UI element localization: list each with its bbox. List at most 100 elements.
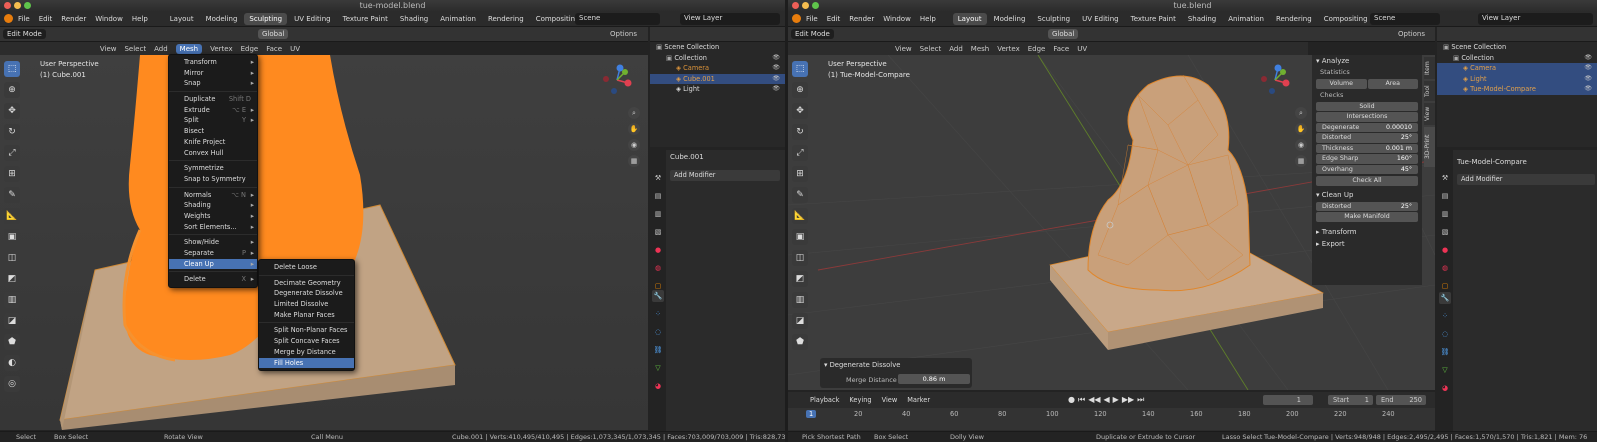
mode-selector[interactable]: Edit Mode bbox=[3, 29, 46, 39]
tool-tab-icon[interactable]: ⚒ bbox=[1439, 172, 1451, 184]
cleanup-menu-delete-loose[interactable]: Delete Loose bbox=[259, 262, 354, 273]
header-menu-face[interactable]: Face bbox=[1053, 45, 1069, 53]
cleanup-menu-fill-holes[interactable]: Fill Holes bbox=[259, 357, 354, 369]
header-menu-edge[interactable]: Edge bbox=[241, 45, 259, 53]
ortho-grid-icon[interactable]: ▦ bbox=[628, 155, 640, 167]
camera-view-icon[interactable]: ◉ bbox=[1295, 139, 1307, 151]
play-icon[interactable]: ▶ bbox=[1113, 395, 1119, 405]
sidebar-tab-3d-print[interactable]: 3D-Print bbox=[1424, 127, 1435, 167]
menu-edit[interactable]: Edit bbox=[827, 15, 841, 23]
navigation-gizmo-icon[interactable] bbox=[600, 63, 634, 97]
menu-edit[interactable]: Edit bbox=[39, 15, 53, 23]
mesh-menu-convex-hull[interactable]: Convex Hull bbox=[169, 148, 257, 159]
pan-hand-icon[interactable]: ✋ bbox=[1295, 123, 1307, 135]
make-manifold-button[interactable]: Make Manifold bbox=[1316, 212, 1418, 222]
header-menu-select[interactable]: Select bbox=[920, 45, 942, 53]
outliner-row-scene-collection[interactable]: ▣ Scene Collection bbox=[650, 42, 785, 53]
world-tab-icon[interactable]: ◍ bbox=[1439, 262, 1451, 274]
tab-texture-paint[interactable]: Texture Paint bbox=[1126, 13, 1181, 25]
blender-logo-icon[interactable] bbox=[4, 14, 13, 23]
select-box-icon[interactable]: ⬚ bbox=[792, 61, 808, 77]
outliner-row-cube-001[interactable]: ◈ Cube.001 👁 bbox=[650, 73, 785, 85]
outliner-row-tue-model-compare[interactable]: ◈ Tue-Model-Compare 👁 bbox=[1437, 84, 1597, 95]
analyze-section-header[interactable]: ▾ Analyze bbox=[1312, 55, 1422, 67]
mode-selector[interactable]: Edit Mode bbox=[791, 29, 834, 39]
mesh-menu-clean-up[interactable]: Clean Up ▸ bbox=[169, 258, 257, 270]
outliner-row-scene-collection[interactable]: ▣ Scene Collection bbox=[1437, 42, 1597, 53]
cleanup-menu-limited-dissolve[interactable]: Limited Dissolve bbox=[259, 299, 354, 310]
tool-tab-icon[interactable]: ⚒ bbox=[652, 172, 664, 184]
data-tab-icon[interactable]: ▽ bbox=[1439, 364, 1451, 376]
mesh-menu-transform[interactable]: Transform ▸ bbox=[169, 57, 257, 68]
scene-tab-icon[interactable]: ● bbox=[1439, 244, 1451, 256]
knife-icon[interactable]: ◪ bbox=[792, 313, 808, 329]
start-frame-field[interactable]: Start 1 bbox=[1328, 395, 1373, 405]
transform-icon[interactable]: ⊞ bbox=[4, 166, 20, 182]
tab-layout[interactable]: Layout bbox=[165, 13, 199, 25]
minimize-window-button[interactable] bbox=[802, 2, 809, 9]
jump-end-icon[interactable]: ⏭ bbox=[1137, 395, 1144, 405]
object-tab-icon[interactable]: ▢ bbox=[1439, 280, 1451, 292]
tab-compositing[interactable]: Compositing bbox=[1319, 13, 1373, 25]
mesh-menu-extrude[interactable]: Extrude ⌥ E ▸ bbox=[169, 105, 257, 116]
menu-file[interactable]: File bbox=[806, 15, 818, 23]
tab-uv-editing[interactable]: UV Editing bbox=[1077, 13, 1124, 25]
timeline-ruler[interactable]: 1 20 40 60 80 100 120 140 160 180 200 220 240 bbox=[788, 408, 1435, 430]
physics-tab-icon[interactable]: ◌ bbox=[1439, 328, 1451, 340]
zoom-window-button[interactable] bbox=[812, 2, 819, 9]
header-menu-add[interactable]: Add bbox=[154, 45, 168, 53]
header-menu-add[interactable]: Add bbox=[949, 45, 963, 53]
outliner-row-collection[interactable]: ▣ Collection 👁 bbox=[650, 53, 785, 64]
check-all-button[interactable]: Check All bbox=[1316, 176, 1418, 186]
3d-viewport[interactable]: ⬚ ⊕ ✥ ↻ ⤢ ⊞ ✎ 📐 ▣ ◫ ◩ ▥ ◪ ⬟ User Perspec… bbox=[788, 55, 1435, 390]
particles-tab-icon[interactable]: ⁘ bbox=[652, 308, 664, 320]
close-window-button[interactable] bbox=[4, 2, 11, 9]
header-menu-view[interactable]: View bbox=[895, 45, 912, 53]
sidebar-tab-item[interactable]: Item bbox=[1424, 57, 1435, 79]
poly-build-icon[interactable]: ⬟ bbox=[792, 334, 808, 350]
close-window-button[interactable] bbox=[792, 2, 799, 9]
header-menu-edge[interactable]: Edge bbox=[1028, 45, 1046, 53]
mesh-menu-knife-project[interactable]: Knife Project bbox=[169, 137, 257, 148]
loop-cut-icon[interactable]: ▥ bbox=[792, 292, 808, 308]
material-tab-icon[interactable]: ◕ bbox=[652, 380, 664, 392]
cleanup-menu-decimate-geometry[interactable]: Decimate Geometry bbox=[259, 278, 354, 289]
visibility-eye-icon[interactable]: 👁 bbox=[772, 84, 780, 95]
measure-icon[interactable]: 📐 bbox=[792, 208, 808, 224]
measure-icon[interactable]: 📐 bbox=[4, 208, 20, 224]
tab-rendering[interactable]: Rendering bbox=[1271, 13, 1317, 25]
add-modifier-dropdown[interactable]: Add Modifier bbox=[1457, 174, 1595, 185]
move-icon[interactable]: ✥ bbox=[792, 103, 808, 119]
header-menu-mesh[interactable]: Mesh bbox=[971, 45, 989, 53]
current-frame-field[interactable]: 1 bbox=[1263, 395, 1313, 405]
mesh-menu-weights[interactable]: Weights ▸ bbox=[169, 211, 257, 222]
operator-title[interactable]: ▾ Degenerate Dissolve bbox=[824, 361, 900, 369]
mesh-menu-split[interactable]: Split Y ▸ bbox=[169, 115, 257, 126]
world-tab-icon[interactable]: ◍ bbox=[652, 262, 664, 274]
tab-texture-paint[interactable]: Texture Paint bbox=[338, 13, 393, 25]
pan-hand-icon[interactable]: ✋ bbox=[628, 123, 640, 135]
modifier-tab-icon[interactable]: 🔧 bbox=[1439, 292, 1451, 304]
mesh-menu-normals[interactable]: Normals ⌥ N ▸ bbox=[169, 190, 257, 201]
knife-icon[interactable]: ◪ bbox=[4, 313, 20, 329]
timeline-menu-marker[interactable]: Marker bbox=[907, 396, 930, 404]
cleanup-menu-degenerate-dissolve[interactable]: Degenerate Dissolve bbox=[259, 288, 354, 299]
header-menu-view[interactable]: View bbox=[100, 45, 117, 53]
timeline-menu-view[interactable]: View bbox=[882, 396, 898, 404]
3d-viewport[interactable]: ⬚ ⊕ ✥ ↻ ⤢ ⊞ ✎ 📐 ▣ ◫ ◩ ▥ ◪ ⬟ ◐ ◎ User Per… bbox=[0, 55, 648, 430]
rotate-icon[interactable]: ↻ bbox=[4, 124, 20, 140]
scale-icon[interactable]: ⤢ bbox=[4, 145, 20, 161]
output-tab-icon[interactable]: ▥ bbox=[652, 208, 664, 220]
smooth-icon[interactable]: ◎ bbox=[4, 376, 20, 392]
mesh-menu-snap-to-symmetry[interactable]: Snap to Symmetry bbox=[169, 174, 257, 185]
tab-animation[interactable]: Animation bbox=[1223, 13, 1269, 25]
solid-button[interactable]: Solid bbox=[1316, 101, 1418, 111]
cleanup-menu-split-concave-faces[interactable]: Split Concave Faces bbox=[259, 336, 354, 347]
area-button[interactable]: Area bbox=[1367, 79, 1418, 89]
bevel-icon[interactable]: ◩ bbox=[792, 271, 808, 287]
mesh-menu-show-hide[interactable]: Show/Hide ▸ bbox=[169, 237, 257, 248]
render-tab-icon[interactable]: ▤ bbox=[1439, 190, 1451, 202]
jump-start-icon[interactable]: ⏮ bbox=[1078, 395, 1085, 405]
view-layer-tab-icon[interactable]: ▧ bbox=[652, 226, 664, 238]
visibility-eye-icon[interactable]: 👁 bbox=[772, 74, 780, 85]
